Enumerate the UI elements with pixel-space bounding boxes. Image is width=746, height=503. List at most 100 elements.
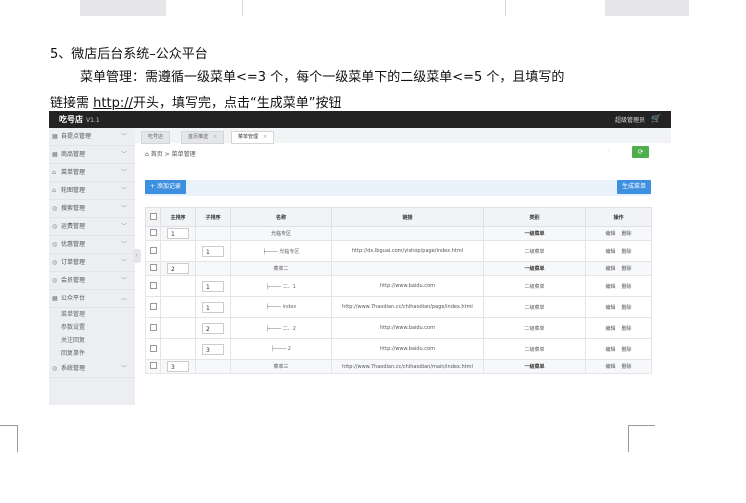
sidebar-item-label: 优惠管理 bbox=[61, 241, 86, 248]
table-row: 1 ├──── 二、1 http://www.baidu.com 二级菜单 编辑 删除 bbox=[145, 275, 652, 297]
chevron-down-icon: ﹀ bbox=[120, 151, 127, 158]
row-checkbox[interactable] bbox=[145, 226, 161, 241]
sidebar-item[interactable]: ◎ 运费管理 ﹀ bbox=[49, 218, 135, 236]
main-order-cell bbox=[160, 240, 196, 262]
delete-link[interactable]: 删除 bbox=[622, 231, 632, 237]
sub-order-input[interactable]: 1 bbox=[202, 280, 224, 292]
actions-cell: 编辑 删除 bbox=[585, 240, 652, 262]
edit-link[interactable]: 编辑 bbox=[605, 347, 615, 353]
circle-icon: ◎ bbox=[52, 259, 58, 266]
delete-link[interactable]: 删除 bbox=[622, 284, 632, 290]
sub-order-cell: 2 bbox=[195, 317, 231, 339]
sidebar-subitem[interactable]: 菜单管理 bbox=[49, 308, 135, 321]
sidebar-item-label: 公众平台 bbox=[61, 295, 86, 302]
main-order-input[interactable]: 2 bbox=[167, 263, 189, 274]
link-cell: http://www.baidu.com bbox=[331, 317, 484, 339]
edit-link[interactable]: 编辑 bbox=[605, 364, 615, 370]
delete-link[interactable]: 删除 bbox=[622, 364, 632, 370]
column-header: 主排序 bbox=[160, 207, 196, 227]
tab-menu-management[interactable]: 菜单管理 × bbox=[231, 131, 275, 144]
header-divider bbox=[242, 0, 243, 16]
edit-link[interactable]: 编辑 bbox=[605, 231, 615, 237]
row-checkbox[interactable] bbox=[145, 261, 161, 276]
refresh-button[interactable]: ⟳ bbox=[632, 146, 649, 158]
sub-order-cell bbox=[195, 226, 231, 241]
actions-cell: 编辑 删除 bbox=[585, 317, 652, 339]
row-checkbox[interactable] bbox=[145, 317, 161, 339]
sub-order-input[interactable]: 2 bbox=[202, 322, 224, 334]
circle-icon: ◎ bbox=[52, 205, 58, 212]
sidebar-subitem[interactable]: 参数设置 bbox=[49, 321, 135, 334]
delete-link[interactable]: 删除 bbox=[622, 305, 632, 311]
home-icon: ⌂ bbox=[145, 151, 149, 158]
edit-link[interactable]: 编辑 bbox=[605, 326, 615, 332]
home-icon: ⌂ bbox=[52, 187, 56, 194]
sidebar-collapse-handle[interactable]: ‹ bbox=[133, 249, 141, 263]
edit-link[interactable]: 编辑 bbox=[605, 249, 615, 255]
main-order-cell: 3 bbox=[160, 359, 196, 374]
delete-link[interactable]: 删除 bbox=[622, 266, 632, 272]
brand-logo[interactable]: 吃号店 V1.1 bbox=[59, 114, 100, 125]
name-cell: ├──── index bbox=[230, 296, 332, 318]
sidebar: ▦ 自提点管理 ﹀ ▦ 商品管理 ﹀ ⌂ 菜单管理 ﹀ ⌂ 轮图管理 ﹀ ◎ 搜索管理 ﹀ ◎ 运费管理 ﹀ ◎ 优惠… bbox=[49, 128, 135, 405]
version-label: V1.1 bbox=[86, 117, 100, 124]
type-cell: 一级菜单 bbox=[483, 226, 586, 241]
row-checkbox[interactable] bbox=[145, 296, 161, 318]
edit-link[interactable]: 编辑 bbox=[605, 284, 615, 290]
main-order-input[interactable]: 1 bbox=[167, 228, 189, 239]
sidebar-item[interactable]: ◎ 搜索管理 ﹀ bbox=[49, 200, 135, 218]
paragraph-text: 链接需 bbox=[50, 96, 94, 111]
sidebar-item[interactable]: ▦ 商品管理 ﹀ bbox=[49, 146, 135, 164]
tab-homepage-push[interactable]: 首页推送 × bbox=[181, 131, 225, 144]
sidebar-item[interactable]: ◎ 订单管理 ﹀ bbox=[49, 254, 135, 272]
main-order-cell: 2 bbox=[160, 261, 196, 276]
sidebar-item[interactable]: ⌂ 轮图管理 ﹀ bbox=[49, 182, 135, 200]
sidebar-item[interactable]: ◎ 优惠管理 ﹀ bbox=[49, 236, 135, 254]
tab-home[interactable]: 吃号店 bbox=[141, 131, 171, 144]
main-order-input[interactable]: 3 bbox=[167, 361, 189, 372]
table-header-row: 主排序 子排序 名称 链接 类别 操作 bbox=[145, 207, 652, 227]
name-cell: ├──── 光临专区 bbox=[230, 240, 332, 262]
cart-icon[interactable]: 🛒 bbox=[651, 114, 661, 123]
type-cell: 二级菜单 bbox=[483, 338, 586, 360]
select-all-checkbox[interactable] bbox=[145, 207, 161, 227]
main-order-cell bbox=[160, 317, 196, 339]
column-header: 子排序 bbox=[195, 207, 231, 227]
generate-menu-button[interactable]: 生成菜单 bbox=[616, 180, 651, 194]
type-cell: 一级菜单 bbox=[483, 359, 586, 374]
sidebar-subitem[interactable]: 关注回复 bbox=[49, 334, 135, 347]
circle-icon: ◎ bbox=[52, 223, 58, 230]
chevron-up-icon: ︿ bbox=[120, 295, 127, 302]
breadcrumb: ⌂ 首页 > 菜单管理 bbox=[145, 151, 196, 158]
sidebar-item[interactable]: ▦ 公众平台 ︿ bbox=[49, 290, 135, 308]
sidebar-item[interactable]: ⌂ 菜单管理 ﹀ bbox=[49, 164, 135, 182]
breadcrumb-home[interactable]: 首页 bbox=[151, 151, 163, 158]
sub-order-input[interactable]: 3 bbox=[202, 343, 224, 355]
delete-link[interactable]: 删除 bbox=[622, 326, 632, 332]
type-cell: 二级菜单 bbox=[483, 240, 586, 262]
add-record-button[interactable]: + 添加记录 bbox=[145, 180, 186, 194]
edit-link[interactable]: 编辑 bbox=[605, 305, 615, 311]
sidebar-item-label: 订单管理 bbox=[61, 259, 86, 266]
row-checkbox[interactable] bbox=[145, 240, 161, 262]
sidebar-subitem[interactable]: 回复事件 bbox=[49, 347, 135, 360]
section-heading: 5、微店后台系统–公众平台 bbox=[50, 47, 208, 62]
row-checkbox[interactable] bbox=[145, 275, 161, 297]
edit-link[interactable]: 编辑 bbox=[605, 266, 615, 272]
sidebar-item-system[interactable]: ◎ 系统管理 ﹀ bbox=[49, 360, 135, 378]
name-cell: ├──── 2 bbox=[230, 338, 332, 360]
sidebar-item[interactable]: ◎ 会员管理 ﹀ bbox=[49, 272, 135, 290]
sub-order-input[interactable]: 1 bbox=[202, 301, 224, 313]
delete-link[interactable]: 删除 bbox=[622, 347, 632, 353]
chevron-down-icon: ﹀ bbox=[120, 169, 127, 176]
row-checkbox[interactable] bbox=[145, 338, 161, 360]
breadcrumb-current: 菜单管理 bbox=[171, 151, 196, 158]
header-block-left bbox=[80, 0, 166, 16]
main-order-cell bbox=[160, 275, 196, 297]
sub-order-input[interactable]: 1 bbox=[202, 245, 224, 257]
row-checkbox[interactable] bbox=[145, 359, 161, 374]
sidebar-item[interactable]: ▦ 自提点管理 ﹀ bbox=[49, 128, 135, 146]
grid-icon: ▦ bbox=[52, 133, 58, 140]
admin-user-label[interactable]: 超级管理员 bbox=[615, 115, 645, 124]
delete-link[interactable]: 删除 bbox=[622, 249, 632, 255]
